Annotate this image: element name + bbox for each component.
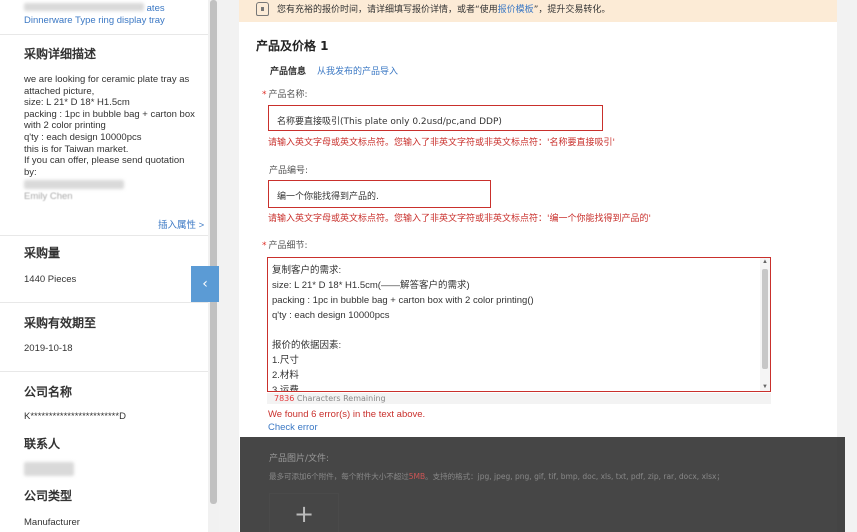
expiry-heading: 采购有效期至	[24, 316, 97, 330]
attachments-label: 产品图片/文件:	[269, 454, 330, 464]
notice-text-after: ”，提升交易转化。	[533, 5, 611, 15]
upload-button[interactable]: +	[269, 493, 339, 532]
detail-line: this is for Taiwan market.	[24, 143, 129, 155]
attachments-hint-after: 。支持的格式：jpg, jpeg, png, gif, tif, bmp, do…	[425, 472, 724, 481]
detail-line: attached picture,	[24, 85, 95, 97]
notice-text: 您有充裕的报价时间，请详细填写报价详情，或者“使用报价模板”，提升交易转化。	[277, 2, 610, 15]
signature: Emily Chen	[24, 191, 73, 202]
scroll-up-icon[interactable]: ▲	[762, 259, 768, 265]
detail-text-line: 1.尺寸	[272, 355, 299, 366]
contact-heading: 联系人	[24, 437, 61, 451]
chars-remaining: 7836 Characters Remaining	[267, 393, 771, 404]
product-name-error: 请输入英文字母或英文标点符。您输入了非英文字符或非英文标点符：'名称要直接吸引'	[268, 138, 615, 148]
detail-text-line: size: L 21* D 18* H1.5cm(——解答客户的需求)	[272, 280, 470, 291]
blurred-contact	[24, 180, 124, 191]
tab-import-product[interactable]: 从我发布的产品导入	[317, 64, 398, 77]
related-item-link-partial: ates	[146, 3, 165, 14]
collapse-sidebar-button[interactable]: ‹	[191, 266, 219, 302]
company-value: K************************D	[24, 411, 126, 422]
scroll-down-icon[interactable]: ▼	[762, 384, 768, 390]
required-marker: *	[262, 241, 267, 251]
detail-line: with 2 color printing	[24, 120, 106, 132]
detail-text-line: q'ty : each design 10000pcs	[272, 310, 390, 321]
detail-line: by:	[24, 166, 37, 178]
contact-value	[24, 462, 74, 478]
detail-line: packing : 1pc in bubble bag + carton box	[24, 108, 195, 120]
expiry-value: 2019-10-18	[24, 343, 73, 354]
product-name-label: * 产品名称:	[262, 87, 308, 100]
related-item-title[interactable]: Dinnerware Type ring display tray	[24, 15, 165, 26]
product-detail-label-text: 产品细节:	[268, 241, 308, 251]
detail-text-line: 复制客户的需求:	[272, 265, 342, 276]
attachments-size-limit: 5MB	[408, 472, 426, 481]
detail-line: If you can offer, please send quotation	[24, 155, 185, 167]
detail-text-line: 报价的依据因素:	[272, 340, 342, 351]
scrollbar-thumb[interactable]	[210, 0, 217, 504]
quantity-value: 1440 Pieces	[24, 274, 77, 285]
section-title: 产品及价格 1	[256, 39, 329, 53]
attachments-hint: 最多可添加6个附件，每个附件大小不超过5MB。支持的格式：jpg, jpeg, …	[269, 471, 724, 482]
detail-heading: 采购详细描述	[24, 47, 97, 61]
scrollbar-thumb[interactable]	[762, 269, 768, 369]
product-detail-label: * 产品细节:	[262, 238, 308, 251]
detail-description: we are looking for ceramic plate tray as…	[24, 74, 204, 178]
quantity-heading: 采购量	[24, 246, 61, 260]
required-marker: *	[262, 90, 267, 100]
detail-text-line: packing : 1pc in bubble bag + carton box…	[272, 295, 534, 306]
chars-remaining-text: Characters Remaining	[294, 394, 386, 403]
notice-banner: 您有充裕的报价时间，请详细填写报价详情，或者“使用报价模板”，提升交易转化。	[239, 0, 837, 22]
company-heading: 公司名称	[24, 385, 73, 399]
detail-text-line	[272, 323, 766, 338]
divider	[0, 371, 208, 372]
company-type-value: Manufacturer	[24, 517, 80, 528]
plus-icon: +	[294, 500, 315, 528]
attachments-hint-before: 最多可添加6个附件，每个附件大小不超过	[269, 472, 409, 481]
product-code-input[interactable]: 编一个你能找得到产品的.	[268, 180, 491, 208]
notice-text-before: 您有充裕的报价时间，请详细填写报价详情，或者“使用	[277, 5, 498, 15]
dark-overlay: 产品图片/文件: 最多可添加6个附件，每个附件大小不超过5MB。支持的格式：jp…	[240, 437, 845, 532]
quote-template-link[interactable]: 报价模板	[498, 5, 534, 15]
chevron-left-icon: ‹	[202, 276, 208, 292]
notice-icon	[256, 2, 269, 16]
tab-product-info[interactable]: 产品信息	[270, 64, 306, 77]
divider	[0, 34, 208, 35]
textarea-scrollbar[interactable]: ▲ ▼	[760, 258, 770, 391]
related-item-link[interactable]: ates	[24, 3, 165, 14]
blurred-text	[24, 3, 144, 11]
blurred-text	[24, 462, 74, 476]
detail-text-line: 2.材料	[272, 370, 299, 381]
detail-text-line: 3.运费	[272, 385, 299, 392]
chars-remaining-count: 7836	[274, 394, 295, 403]
product-code-error: 请输入英文字母或英文标点符。您输入了非英文字符或非英文标点符：'编一个你能找得到…	[268, 214, 651, 224]
insert-attribute-link[interactable]: 插入属性 >	[158, 217, 204, 231]
product-detail-textarea[interactable]: 复制客户的需求: size: L 21* D 18* H1.5cm(——解答客户…	[267, 257, 771, 392]
product-name-label-text: 产品名称:	[268, 90, 308, 100]
product-name-input[interactable]: 名称要直接吸引(This plate only 0.2usd/pc,and DD…	[268, 105, 603, 131]
detail-line: q'ty : each design 10000pcs	[24, 131, 142, 143]
divider	[0, 235, 208, 236]
company-type-heading: 公司类型	[24, 489, 73, 503]
check-error-link[interactable]: Check error	[268, 422, 318, 433]
divider	[0, 302, 208, 303]
product-code-label: 产品编号:	[269, 166, 309, 176]
blurred-text	[24, 180, 124, 189]
detail-line: we are looking for ceramic plate tray as	[24, 74, 190, 85]
sidebar: ates Dinnerware Type ring display tray 采…	[0, 0, 208, 532]
error-summary: We found 6 error(s) in the text above.	[268, 409, 426, 420]
detail-line: size: L 21* D 18* H1.5cm	[24, 97, 130, 109]
